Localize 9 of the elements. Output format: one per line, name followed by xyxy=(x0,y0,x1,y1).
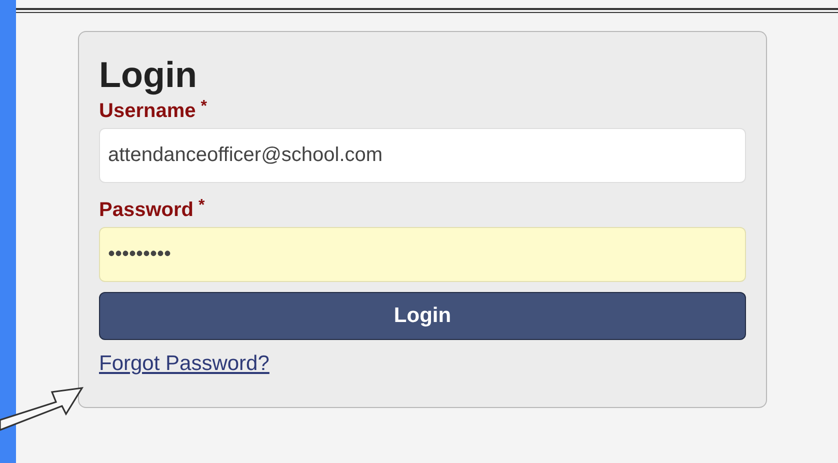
text-field[interactable]: ••••••••• xyxy=(99,227,746,282)
field-label: Password xyxy=(99,198,194,223)
text-field[interactable]: attendanceofficer@school.com xyxy=(99,128,746,183)
required-asterisk: * xyxy=(198,197,205,215)
field-label: Username xyxy=(99,99,196,124)
login-title: Login xyxy=(99,54,197,96)
required-asterisk: * xyxy=(200,98,207,116)
forgot-password-link[interactable]: Forgot Password? xyxy=(99,348,270,380)
login-button[interactable]: Login xyxy=(99,292,746,340)
